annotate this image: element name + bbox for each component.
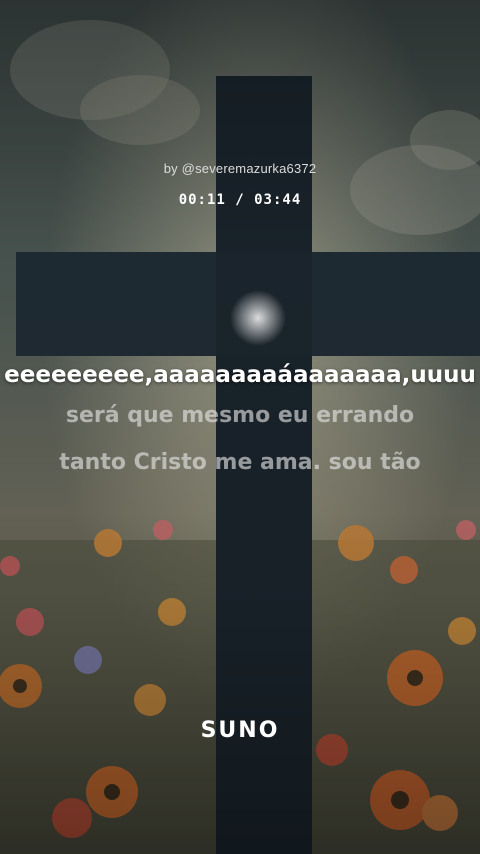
lyric-line-current: eeeeeeeee,aaaaaaaaáaaaaaaa,uuuu bbox=[4, 362, 476, 388]
playback-time: 00:11 / 03:44 bbox=[178, 192, 302, 208]
lyric-line-following: tanto Cristo me ama. sou tão bbox=[59, 450, 421, 475]
lyric-line-next: será que mesmo eu errando bbox=[65, 403, 415, 428]
artist-credit: by @severemazurka6372 bbox=[163, 161, 317, 176]
suno-logo: SUNO bbox=[200, 718, 280, 743]
